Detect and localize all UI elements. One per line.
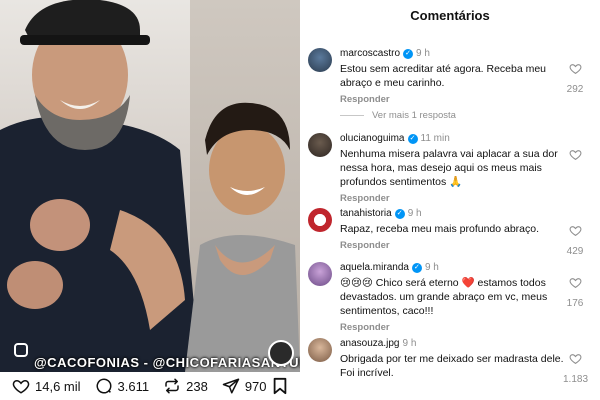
- panel-title: Comentários: [410, 8, 490, 23]
- comment-time: 11 min: [420, 133, 450, 144]
- post: @CACOFONIAS - @CHICOFARIASANTUNES 14,6 m…: [0, 0, 300, 400]
- repost-action[interactable]: 238: [163, 377, 208, 395]
- comment-like-button[interactable]: 429: [563, 224, 587, 257]
- comment-username[interactable]: olucianoguima: [340, 133, 405, 144]
- heart-icon[interactable]: [569, 148, 582, 161]
- reply-button[interactable]: Responder: [340, 322, 564, 333]
- comment-like-count: 429: [566, 246, 584, 257]
- comment-text: Nenhuma misera palavra vai aplacar a sua…: [340, 148, 558, 188]
- verified-badge-icon: ✓: [411, 262, 422, 273]
- comment-like-count: 1.183: [563, 374, 589, 385]
- comment-like-button[interactable]: 292: [563, 62, 587, 95]
- reply-button[interactable]: Responder: [340, 240, 564, 251]
- reply-divider: [340, 115, 364, 116]
- comment-username[interactable]: anasouza.jpg: [340, 338, 400, 349]
- avatar[interactable]: [308, 262, 332, 286]
- verified-badge-icon: ✓: [407, 133, 418, 144]
- heart-icon[interactable]: [569, 276, 582, 289]
- share-action[interactable]: 970: [222, 377, 267, 395]
- reply-button[interactable]: Responder: [340, 94, 564, 105]
- comment-like-button[interactable]: 176: [563, 276, 587, 309]
- comment-text: Estou sem acreditar até agora. Receba me…: [340, 63, 547, 89]
- reply-button[interactable]: Responder: [340, 193, 564, 204]
- comment-username[interactable]: tanahistoria: [340, 208, 392, 219]
- reels-icon: [14, 343, 28, 357]
- view-more-replies-label[interactable]: Ver mais 1 resposta: [372, 110, 456, 121]
- comment-time: 9 h: [424, 262, 439, 273]
- comment-username[interactable]: marcoscastro: [340, 48, 400, 59]
- heart-icon[interactable]: [12, 377, 30, 395]
- shares-count: 970: [244, 378, 267, 394]
- avatar[interactable]: [308, 133, 332, 157]
- audio-disc-icon[interactable]: [268, 340, 294, 366]
- repost-icon[interactable]: [163, 377, 181, 395]
- verified-badge-icon: ✓: [403, 48, 414, 59]
- comment-like-count: 292: [566, 84, 584, 95]
- view-more-replies[interactable]: Ver mais 1 resposta: [340, 110, 456, 121]
- comments-count: 3.611: [117, 378, 150, 394]
- avatar[interactable]: [308, 208, 332, 232]
- comment-bubble-icon[interactable]: [95, 377, 113, 395]
- comment-username[interactable]: aquela.miranda: [340, 262, 409, 273]
- like-action[interactable]: 14,6 mil: [12, 377, 81, 395]
- verified-badge-icon: ✓: [394, 208, 405, 219]
- avatar[interactable]: [308, 338, 332, 362]
- post-video[interactable]: @CACOFONIAS - @CHICOFARIASANTUNES: [0, 0, 300, 372]
- heart-icon[interactable]: [569, 352, 582, 365]
- paper-plane-icon[interactable]: [222, 377, 240, 395]
- comment-like-button[interactable]: 1.183: [563, 352, 589, 385]
- comment-action[interactable]: 3.611: [95, 377, 150, 395]
- boy-figure: [185, 102, 300, 372]
- comment-text: Obrigada por ter me deixado ser madrasta…: [340, 353, 564, 379]
- reposts-count: 238: [186, 378, 208, 394]
- post-action-bar: 14,6 mil 3.611 238 970: [0, 372, 300, 400]
- comment-text: 😢😢😢 Chico será eterno ❤️ estamos todos d…: [340, 277, 548, 317]
- heart-icon[interactable]: [569, 224, 582, 237]
- app-root: @CACOFONIAS - @CHICOFARIASANTUNES 14,6 m…: [0, 0, 600, 400]
- comment-time: 9 h: [416, 48, 430, 59]
- comment-like-button[interactable]: [563, 148, 587, 166]
- likes-count: 14,6 mil: [35, 378, 81, 394]
- video-watermark: @CACOFONIAS - @CHICOFARIASANTUNES: [34, 355, 300, 370]
- heart-icon[interactable]: [569, 62, 582, 75]
- comment-like-count: 176: [566, 298, 584, 309]
- bookmark-icon[interactable]: [272, 377, 288, 395]
- comment-time: 9 h: [407, 208, 422, 219]
- comment-time: 9 h: [402, 338, 417, 349]
- avatar[interactable]: [308, 48, 332, 72]
- comment-text: Rapaz, receba meu mais profundo abraço.: [340, 223, 540, 235]
